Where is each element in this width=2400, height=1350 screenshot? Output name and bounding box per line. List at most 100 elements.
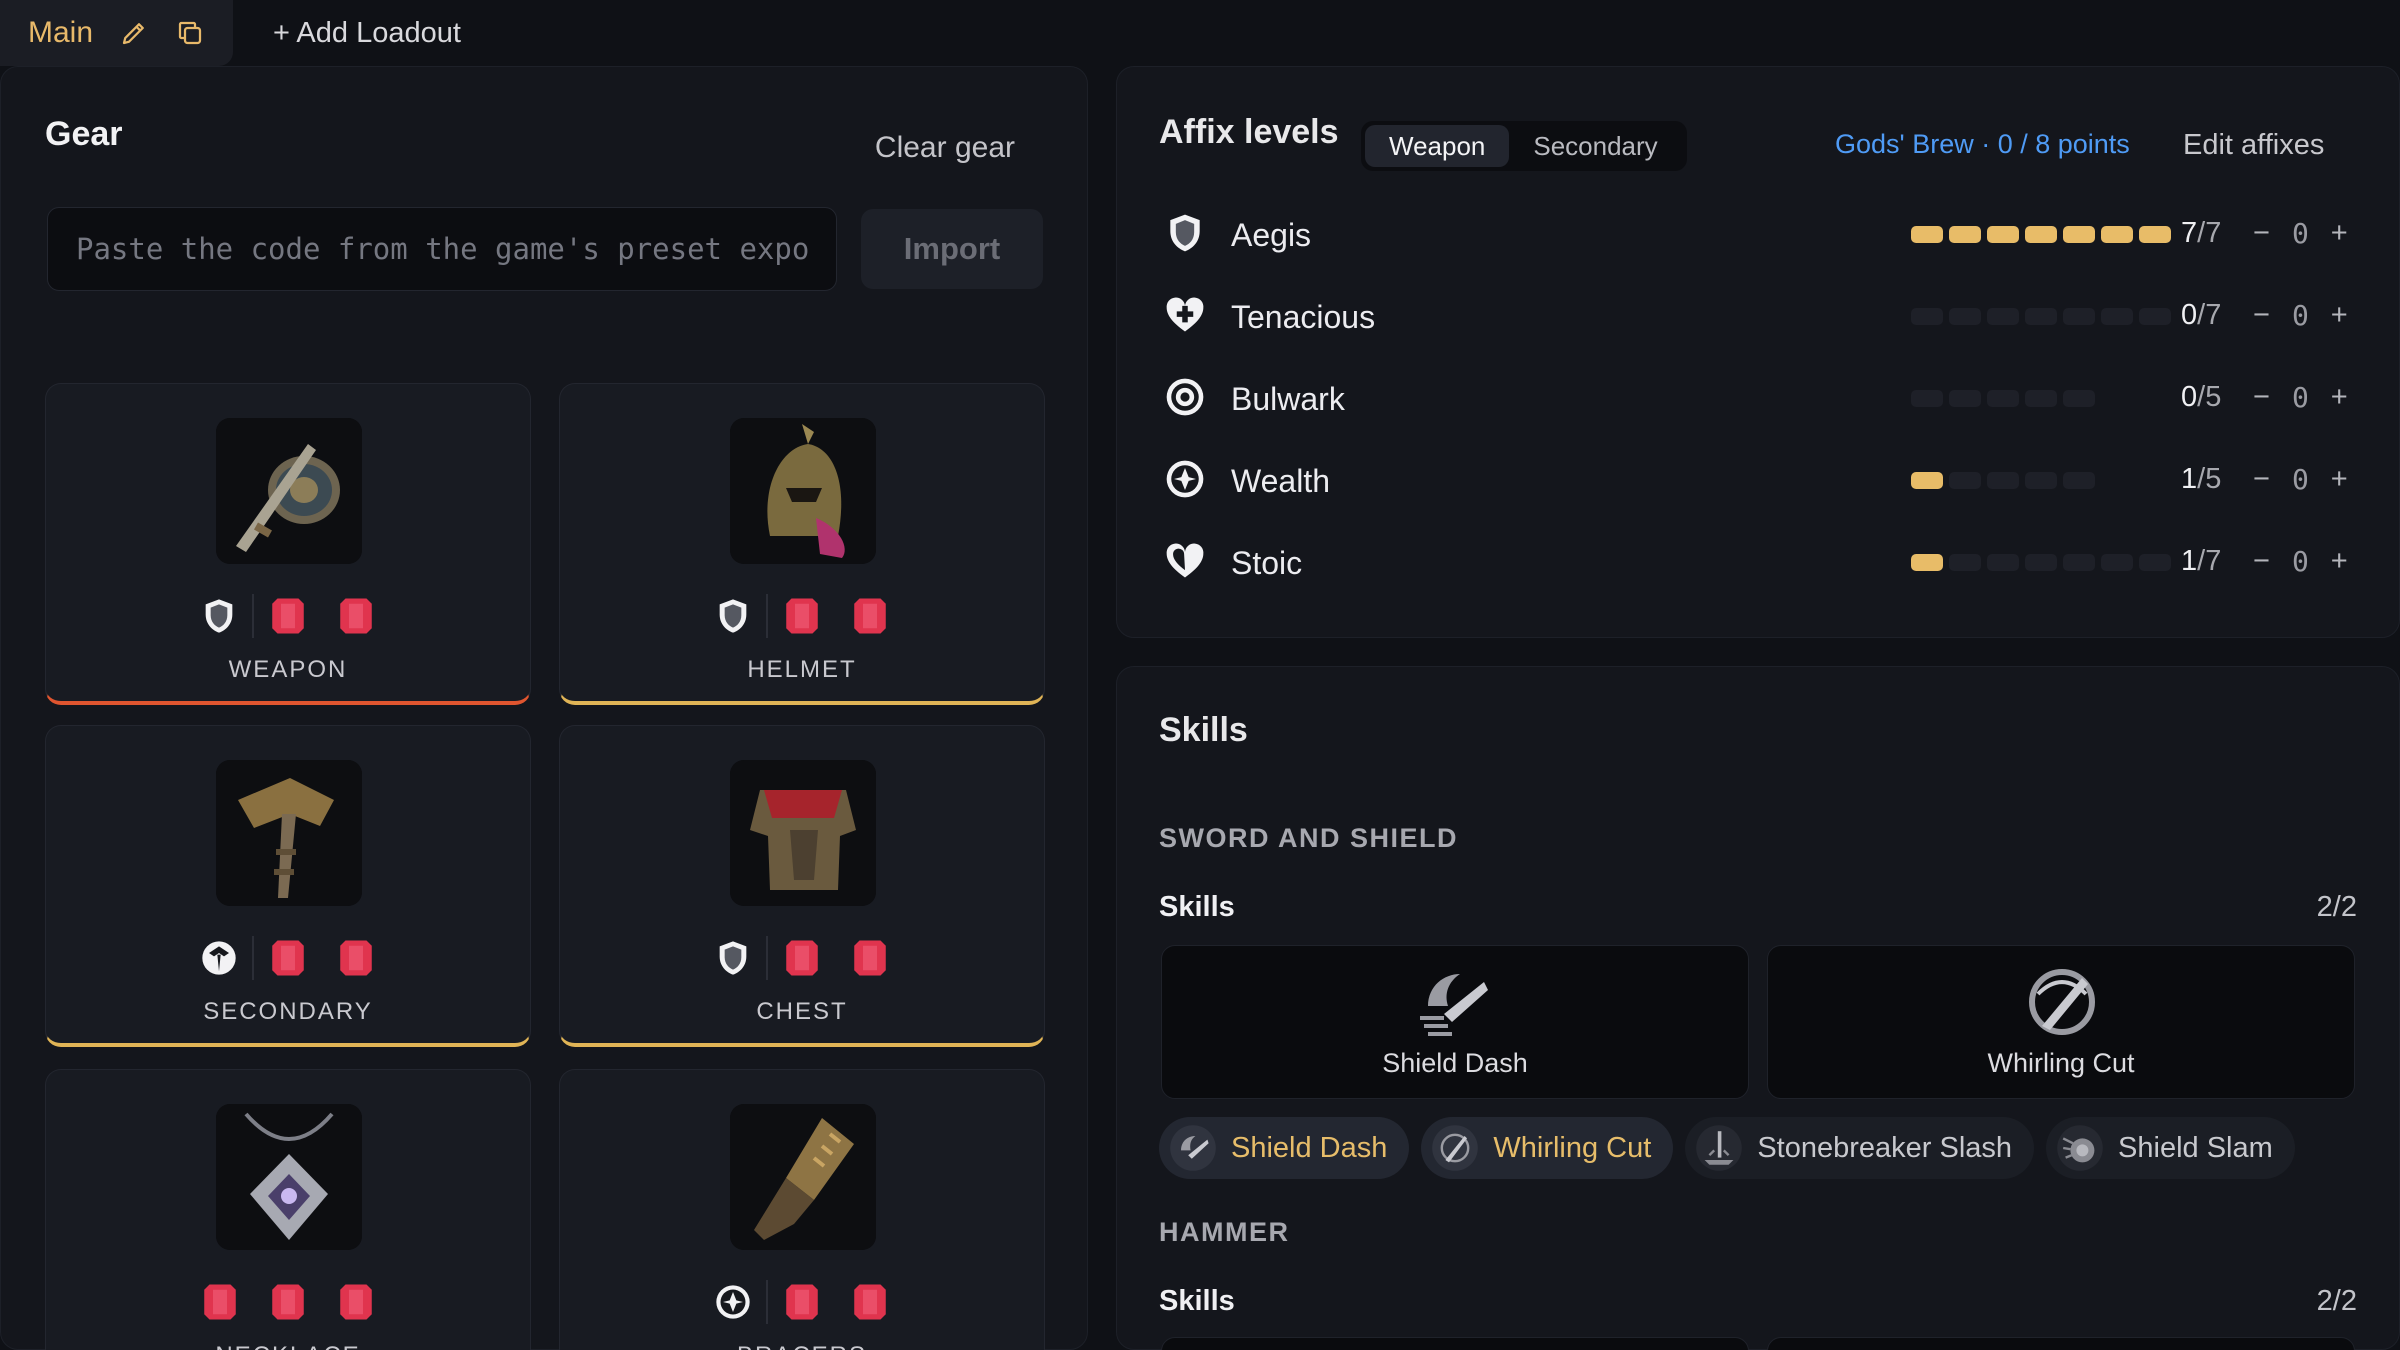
skill-slot[interactable]: [1161, 1337, 1749, 1350]
skill-slot-whirling-cut[interactable]: Whirling Cut: [1767, 945, 2355, 1099]
gem-slot[interactable]: [254, 594, 322, 638]
decrement-button[interactable]: −: [2253, 381, 2270, 414]
edit-pencil-icon[interactable]: [119, 18, 149, 48]
skills-panel: Skills SWORD AND SHIELD Skills 2/2 Shiel…: [1116, 666, 2400, 1350]
secondary-image: [216, 760, 362, 906]
affix-level-bar: [1911, 308, 2171, 325]
gem-slot[interactable]: [768, 1280, 836, 1324]
affix-panel: Affix levels Weapon Secondary Gods' Brew…: [1116, 66, 2400, 638]
increment-button[interactable]: +: [2331, 217, 2348, 250]
gem-slot[interactable]: [322, 1280, 390, 1324]
gem-slot[interactable]: [836, 1280, 904, 1324]
top-bar: Main + Add Loadout: [0, 0, 2400, 66]
skill-chip-shield-slam[interactable]: Shield Slam: [2046, 1117, 2295, 1179]
helmet-image: [730, 418, 876, 564]
gods-brew-link[interactable]: Gods' Brew · 0 / 8 points: [1835, 129, 2130, 160]
gem-slot[interactable]: [254, 1280, 322, 1324]
loadout-tab-label[interactable]: Main: [28, 16, 93, 50]
preset-code-input[interactable]: [47, 207, 837, 291]
affix-level-bar: [1911, 390, 2095, 407]
affix-slot[interactable]: [186, 594, 254, 638]
heart-icon: [1166, 543, 1204, 578]
increment-button[interactable]: +: [2331, 299, 2348, 332]
gear-title: Gear: [45, 115, 123, 153]
stepper-value: 0: [2291, 381, 2309, 414]
shield-slam-icon: [2057, 1125, 2103, 1171]
weapon-affix-slots: [46, 594, 530, 638]
level-pip: [1949, 472, 1981, 489]
gear-slot-weapon[interactable]: WEAPON: [45, 383, 531, 705]
clear-gear-button[interactable]: Clear gear: [875, 131, 1015, 165]
shield-icon: [719, 599, 747, 633]
gem-slot[interactable]: [836, 594, 904, 638]
affix-stepper: − 0 +: [2253, 381, 2348, 414]
skill-chip-stonebreaker-slash[interactable]: Stonebreaker Slash: [1685, 1117, 2035, 1179]
skills-title: Skills: [1159, 711, 1248, 749]
level-pip: [1987, 226, 2019, 243]
decrement-button[interactable]: −: [2253, 545, 2270, 578]
affix-level-text: 1/7: [2181, 545, 2222, 577]
affix-tab-switch: Weapon Secondary: [1361, 121, 1687, 171]
tab-weapon[interactable]: Weapon: [1365, 125, 1510, 167]
chip-label: Shield Slam: [2118, 1131, 2273, 1164]
gear-slot-label: WEAPON: [228, 656, 348, 683]
level-pip: [1987, 554, 2019, 571]
affix-name: Bulwark: [1231, 381, 1345, 417]
gem-slot[interactable]: [322, 936, 390, 980]
affix-slot[interactable]: [186, 936, 254, 980]
gear-slot-chest[interactable]: CHEST: [559, 725, 1045, 1047]
gem-slot[interactable]: [768, 594, 836, 638]
affix-row-bulwark: Bulwark 0/5 − 0 +: [1163, 373, 2363, 423]
shield-icon: [205, 599, 233, 633]
skill-slot-shield-dash[interactable]: Shield Dash: [1161, 945, 1749, 1099]
increment-button[interactable]: +: [2331, 545, 2348, 578]
edit-affixes-button[interactable]: Edit affixes: [2183, 129, 2324, 162]
skill-chip-shield-dash[interactable]: Shield Dash: [1159, 1117, 1410, 1179]
level-pip: [1911, 554, 1943, 571]
whirling-cut-icon: [2029, 969, 2095, 1035]
ruby-gem-icon: [272, 598, 304, 634]
chest-image: [730, 760, 876, 906]
weapon-group-heading: HAMMER: [1159, 1217, 1290, 1247]
increment-button[interactable]: +: [2331, 381, 2348, 414]
gear-slot-bracers[interactable]: BRACERS: [559, 1069, 1045, 1350]
bracers-affix-slots: [560, 1280, 1044, 1324]
gem-slot[interactable]: [768, 936, 836, 980]
affix-stepper: − 0 +: [2253, 545, 2348, 578]
decrement-button[interactable]: −: [2253, 299, 2270, 332]
ruby-gem-icon: [272, 940, 304, 976]
affix-slot[interactable]: [700, 594, 768, 638]
ruby-gem-icon: [340, 940, 372, 976]
affix-slot[interactable]: [700, 1280, 768, 1324]
level-pip: [2025, 554, 2057, 571]
skill-chip-whirling-cut[interactable]: Whirling Cut: [1421, 1117, 1674, 1179]
add-loadout-button[interactable]: + Add Loadout: [273, 17, 461, 50]
gear-slot-secondary[interactable]: SECONDARY: [45, 725, 531, 1047]
decrement-button[interactable]: −: [2253, 217, 2270, 250]
level-pip: [2063, 472, 2095, 489]
gem-slot[interactable]: [186, 1280, 254, 1324]
gem-slot[interactable]: [322, 594, 390, 638]
level-pip: [2101, 554, 2133, 571]
affix-level-bar: [1911, 554, 2171, 571]
affix-slot[interactable]: [700, 936, 768, 980]
gear-slot-label: NECKLACE: [46, 1342, 530, 1350]
loadout-tab-main[interactable]: Main: [0, 0, 234, 66]
tab-secondary[interactable]: Secondary: [1509, 125, 1681, 167]
gear-slot-necklace[interactable]: NECKLACE: [45, 1069, 531, 1350]
affix-name: Tenacious: [1231, 299, 1376, 335]
skills-subheading: Skills: [1159, 1285, 1235, 1317]
gem-slot[interactable]: [254, 936, 322, 980]
level-pip: [1949, 554, 1981, 571]
increment-button[interactable]: +: [2331, 463, 2348, 496]
gear-slot-helmet[interactable]: HELMET: [559, 383, 1045, 705]
import-button[interactable]: Import: [861, 209, 1043, 289]
gem-slot[interactable]: [836, 936, 904, 980]
level-pip: [1911, 308, 1943, 325]
duplicate-icon[interactable]: [175, 18, 205, 48]
skill-name: Whirling Cut: [1987, 1048, 2135, 1078]
gear-slot-label: BRACERS: [560, 1342, 1044, 1350]
skill-slot[interactable]: [1767, 1337, 2355, 1350]
ruby-gem-icon: [854, 1284, 886, 1320]
decrement-button[interactable]: −: [2253, 463, 2270, 496]
